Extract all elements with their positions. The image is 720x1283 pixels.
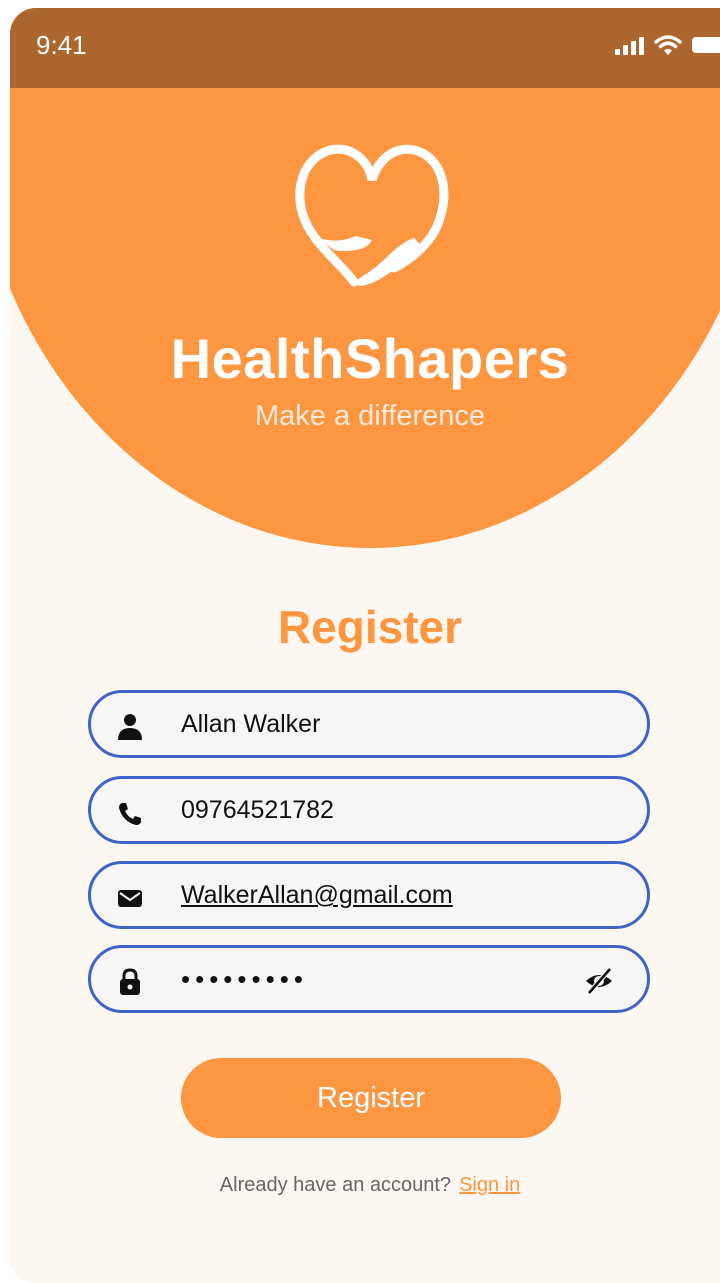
phone-input[interactable] (181, 779, 581, 841)
phone-icon (119, 803, 141, 825)
wifi-icon (654, 35, 682, 55)
signal-icon (615, 35, 644, 55)
status-bar: 9:41 (10, 8, 720, 88)
password-input[interactable] (181, 948, 581, 1010)
eye-off-icon[interactable] (583, 966, 615, 996)
phone-field[interactable] (88, 776, 650, 844)
user-icon (118, 714, 142, 740)
status-time: 9:41 (36, 30, 87, 60)
page-title: Register (277, 601, 463, 653)
mail-icon (118, 890, 142, 907)
battery-icon (692, 37, 720, 53)
heart-hands-icon (295, 144, 449, 287)
register-button[interactable]: Register (181, 1058, 561, 1138)
email-field[interactable] (88, 861, 650, 929)
signin-row: Already have an account? Sign in (10, 1174, 720, 1197)
password-field[interactable] (88, 945, 650, 1013)
signin-link[interactable]: Sign in (459, 1174, 520, 1196)
signin-prompt: Already have an account? (219, 1174, 452, 1196)
app-title: HealthShapers (170, 327, 570, 390)
app-tagline: Make a difference (255, 400, 485, 432)
phone-screen: 9:41 HealthShapers Make a difference Reg… (10, 8, 720, 1283)
email-input[interactable] (181, 864, 581, 926)
name-field[interactable] (88, 690, 650, 758)
name-input[interactable] (181, 693, 581, 755)
lock-icon (120, 968, 140, 995)
status-icons (615, 34, 720, 56)
